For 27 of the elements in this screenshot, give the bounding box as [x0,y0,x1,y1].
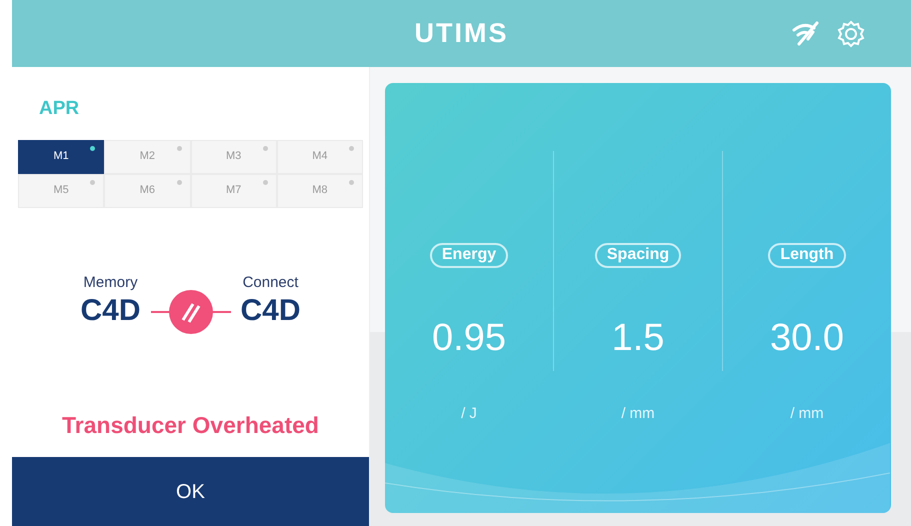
parameter-value: 1.5 [612,316,664,361]
memory-slot[interactable]: M8 [276,174,363,208]
parameter-value: 0.95 [432,316,506,361]
parameter-name: Spacing [594,243,682,268]
mode-label: APR [39,97,80,121]
memory-slot[interactable]: M5 [18,174,104,208]
memory-slot[interactable]: M3 [190,140,277,174]
settings-icon[interactable] [837,20,865,48]
memory-slot[interactable]: M2 [104,140,190,174]
parameter-value: 30.0 [770,316,844,361]
parameter-unit: / mm [790,404,824,424]
parameter-unit: / J [461,404,477,424]
memory-value: C4D [80,294,140,328]
memory-label: Memory [82,272,139,293]
memory-slot[interactable]: M7 [190,174,277,208]
parameter-name: Length [768,243,846,268]
warning-message: Transducer Overheated [62,410,319,440]
app-title: UTIMS [414,17,508,50]
connect-value: C4D [240,294,301,328]
wifi-off-icon [791,20,821,46]
parameter-unit: / mm [621,404,655,424]
memory-slot[interactable]: M4 [276,140,363,174]
connect-label: Connect [242,272,300,293]
ok-button[interactable]: OK [12,457,369,526]
parameter-name: Energy [430,243,508,268]
memory-slot[interactable]: M1 [18,140,104,174]
memory-slot[interactable]: M6 [104,174,190,208]
